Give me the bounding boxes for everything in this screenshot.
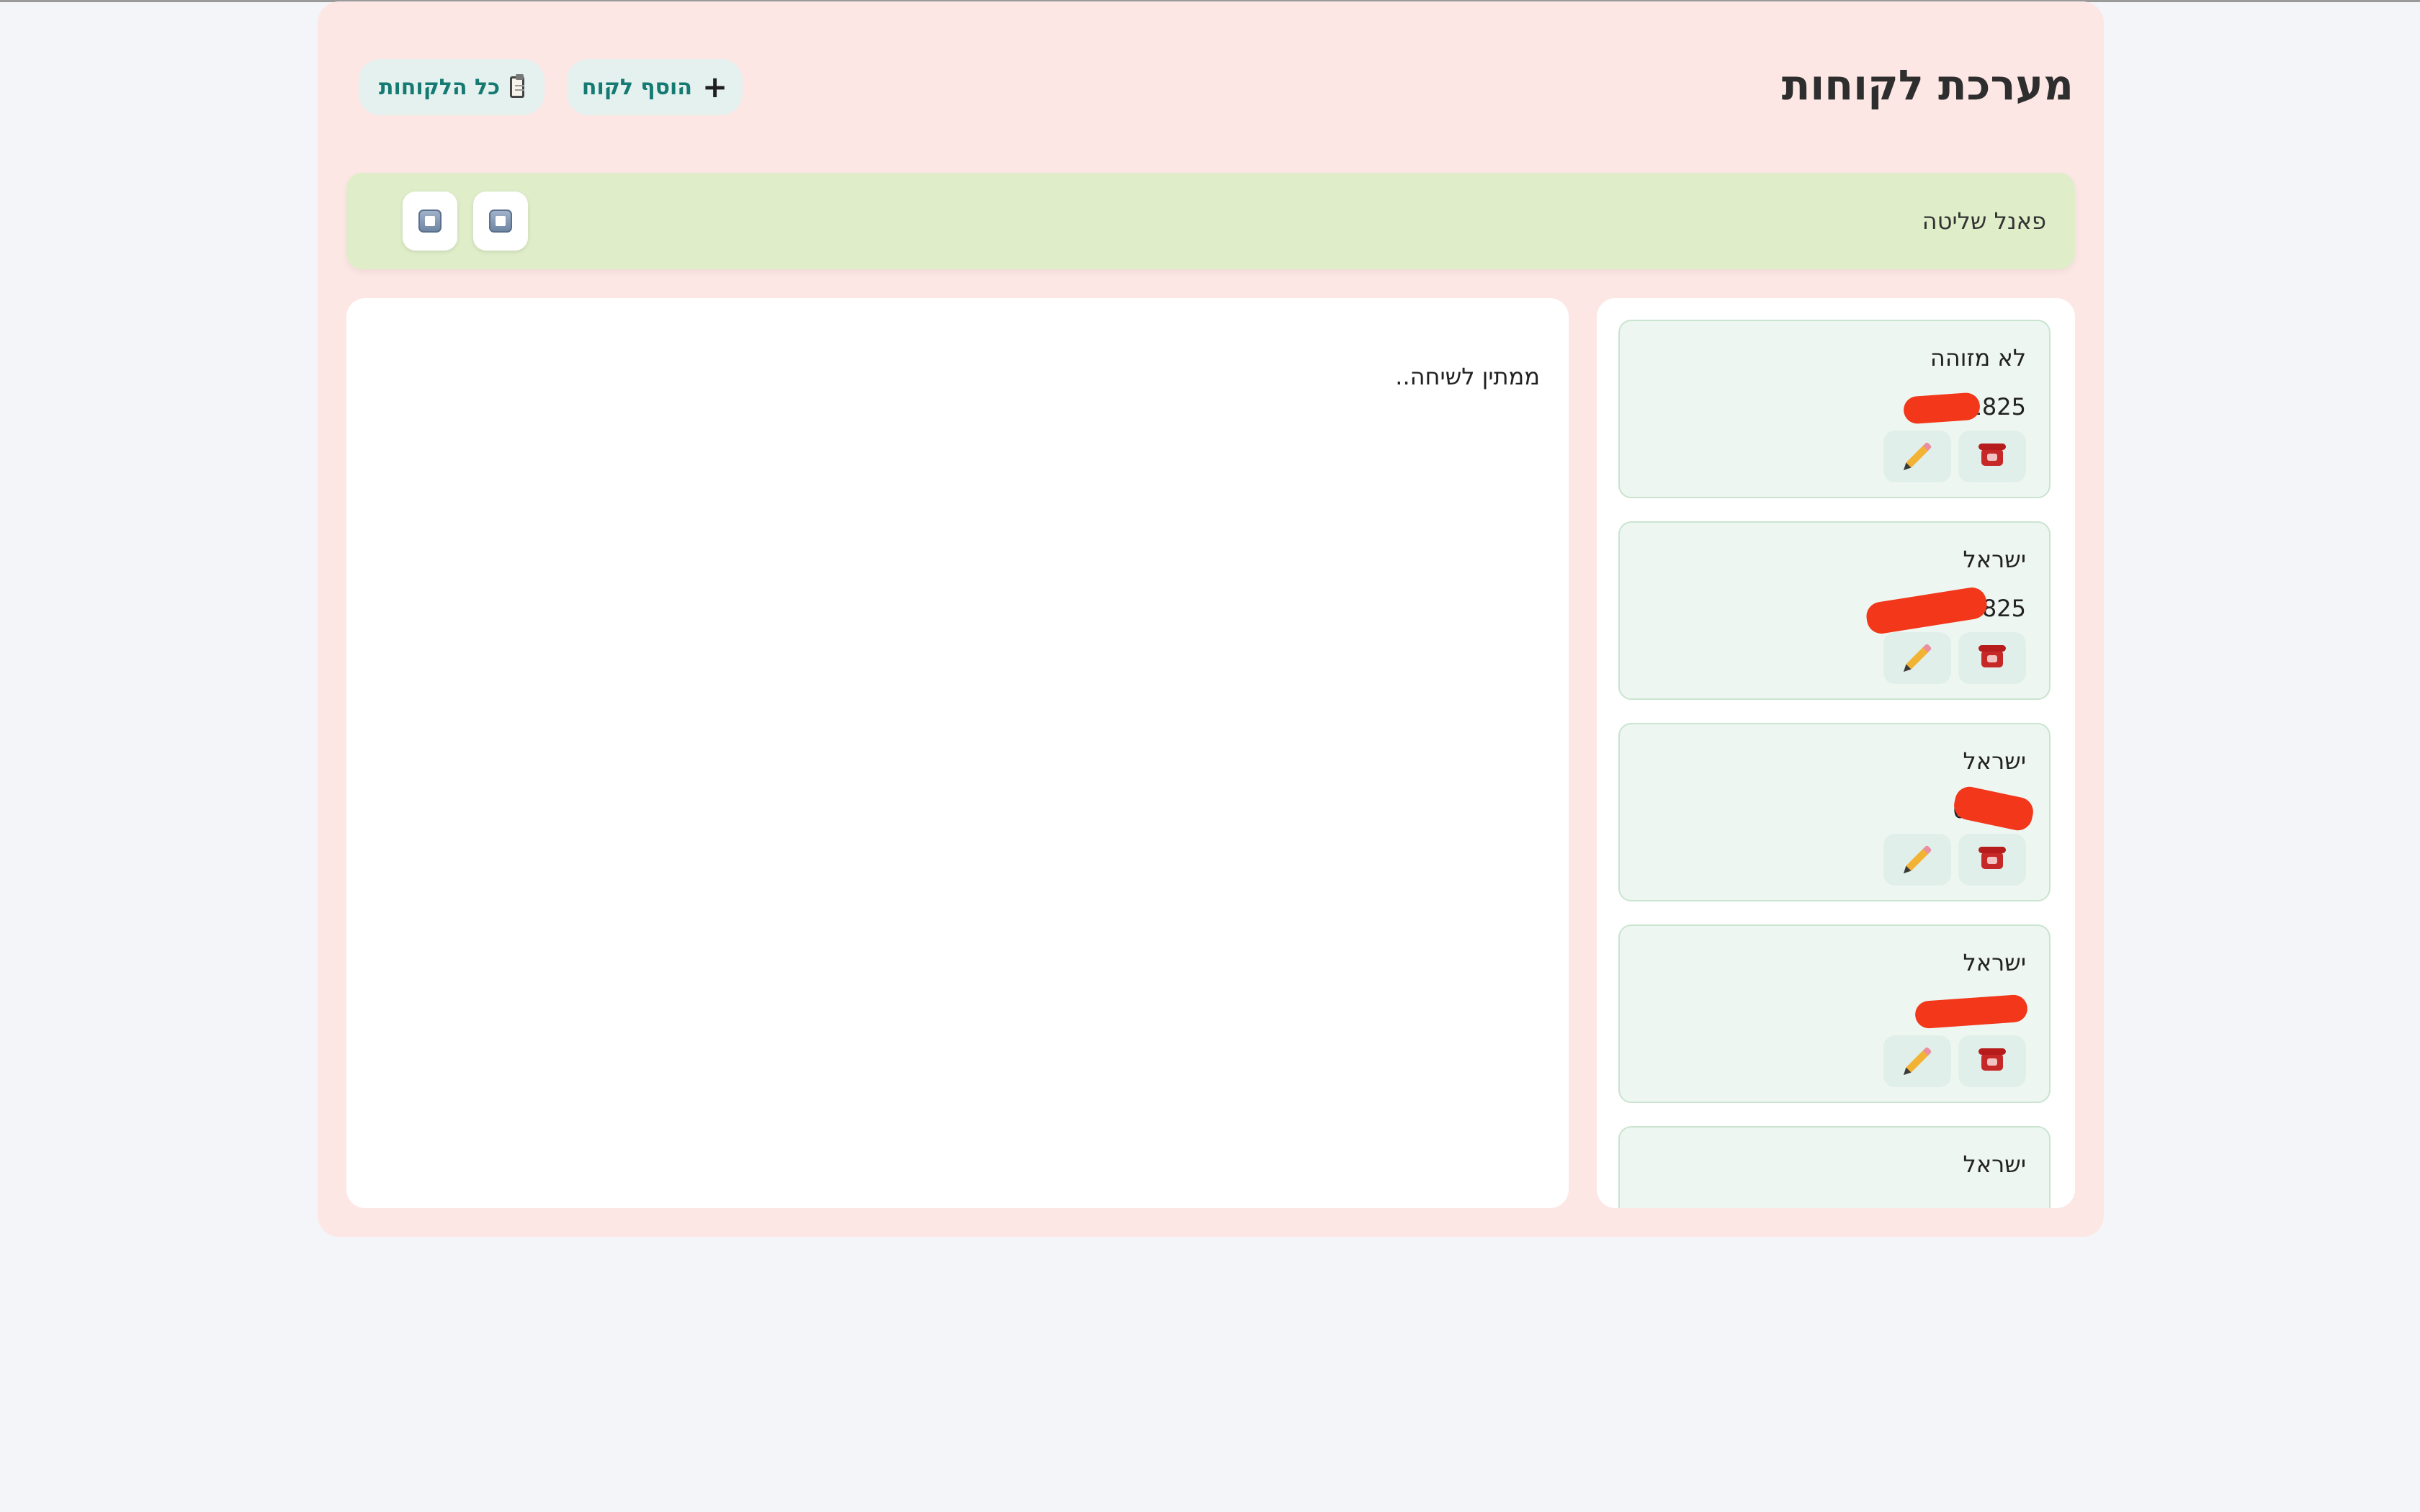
control-panel: פאנל שליטה (346, 173, 2075, 269)
telephone-icon (1978, 847, 2006, 869)
edit-button[interactable] (1883, 431, 1951, 482)
call-button[interactable] (1958, 431, 2026, 482)
customer-name: ישראל (1963, 747, 2026, 775)
customer-list[interactable]: לא מזוהה 0541825 ישראל 05041825 ישראל 05… (1597, 298, 2075, 1208)
redaction-mark (1951, 784, 2036, 833)
telephone-icon (1978, 444, 2006, 466)
control-button-2[interactable] (403, 192, 457, 251)
edit-button[interactable] (1883, 1035, 1951, 1087)
call-button[interactable] (1958, 834, 2026, 886)
customer-name: ישראל (1963, 546, 2026, 573)
page-title: מערכת לקוחות (1781, 60, 2074, 109)
conversation-panel: ממתין לשיחה.. (346, 298, 1569, 1208)
call-button[interactable] (1958, 1035, 2026, 1087)
customer-name: לא מזוהה (1930, 344, 2026, 372)
control-panel-label: פאנל שליטה (1922, 207, 2046, 235)
customer-card[interactable]: ישראל (1618, 1126, 2051, 1208)
customer-name: ישראל (1963, 949, 2026, 976)
header: מערכת לקוחות + הוסף לקוח כל הלקוחות (318, 1, 2104, 167)
app-container: מערכת לקוחות + הוסף לקוח כל הלקוחות פאנל… (318, 1, 2104, 1237)
telephone-icon (1978, 645, 2006, 667)
plus-icon: + (702, 69, 728, 104)
add-customer-label: הוסף לקוח (581, 74, 692, 100)
call-button[interactable] (1958, 632, 2026, 684)
customer-card[interactable]: לא מזוהה 0541825 (1618, 320, 2051, 498)
pencil-icon (1905, 1049, 1930, 1074)
pencil-icon (1905, 847, 1930, 872)
add-customer-button[interactable]: + הוסף לקוח (567, 59, 743, 115)
redaction-mark (1902, 392, 1981, 425)
call-status-text: ממתין לשיחה.. (1395, 363, 1540, 390)
pencil-icon (1905, 646, 1930, 670)
customer-card[interactable]: ישראל 05041825 (1618, 521, 2051, 700)
edit-button[interactable] (1883, 834, 1951, 886)
stop-button-icon (418, 210, 442, 233)
customer-name: ישראל (1963, 1151, 2026, 1178)
pencil-icon (1905, 444, 1930, 469)
customer-card[interactable]: ישראל 05 (1618, 924, 2051, 1103)
all-customers-button[interactable]: כל הלקוחות (359, 59, 544, 115)
clipboard-icon (510, 74, 524, 98)
edit-button[interactable] (1883, 632, 1951, 684)
all-customers-label: כל הלקוחות (379, 74, 501, 100)
stop-button-icon (489, 210, 512, 233)
redaction-mark (1864, 585, 1989, 636)
telephone-icon (1978, 1048, 2006, 1071)
control-button-1[interactable] (473, 192, 528, 251)
customer-card[interactable]: ישראל 05331 (1618, 723, 2051, 901)
